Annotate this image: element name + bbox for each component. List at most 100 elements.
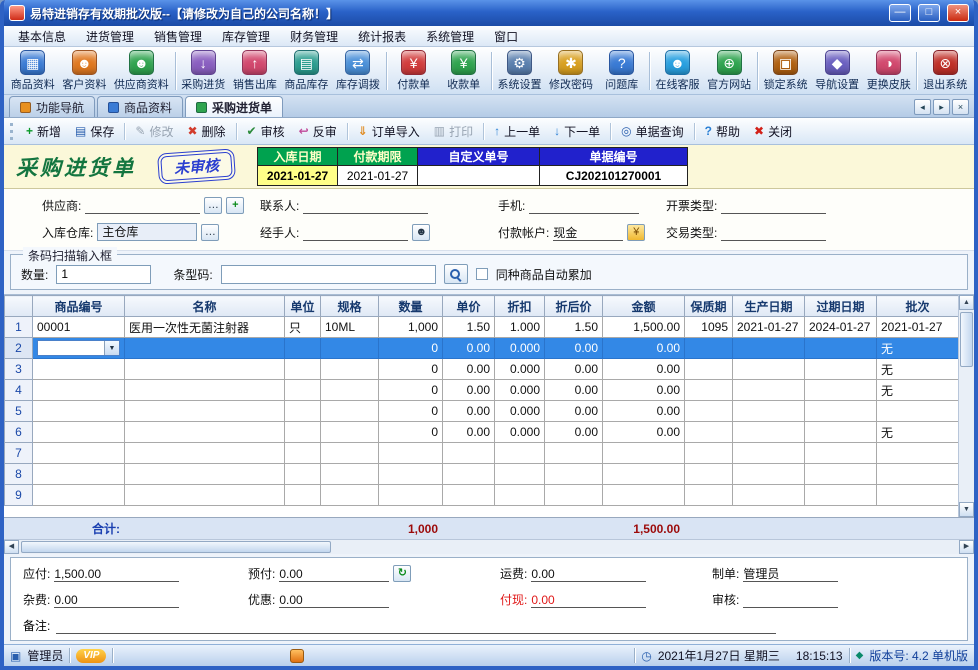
menu-item-purchase-mgmt[interactable]: 进货管理 xyxy=(76,26,144,47)
action-prev-bill[interactable]: ↑上一单 xyxy=(487,120,547,143)
column-header[interactable]: 折后价 xyxy=(545,296,603,317)
row-number[interactable]: 3 xyxy=(5,359,33,380)
cell[interactable]: 0.000 xyxy=(495,422,545,443)
table-row[interactable]: 9 xyxy=(5,485,959,506)
cell[interactable]: 0.00 xyxy=(545,359,603,380)
tab-purchase-bill[interactable]: 采购进货单 xyxy=(185,96,283,117)
cell[interactable] xyxy=(33,464,125,485)
cell[interactable]: 2021-01-27 xyxy=(877,317,959,338)
cell[interactable] xyxy=(545,443,603,464)
cell[interactable]: 0.00 xyxy=(443,422,495,443)
cell[interactable] xyxy=(125,338,285,359)
cell[interactable] xyxy=(285,401,321,422)
menu-item-basic-info[interactable]: 基本信息 xyxy=(8,26,76,47)
cell[interactable] xyxy=(33,443,125,464)
cell[interactable]: 0.00 xyxy=(545,380,603,401)
cell[interactable] xyxy=(495,464,545,485)
cell[interactable]: 2024-01-27 xyxy=(805,317,877,338)
cell[interactable]: 0 xyxy=(379,359,443,380)
remark-input[interactable] xyxy=(56,619,776,634)
cell[interactable]: 0 xyxy=(379,380,443,401)
tab-goods-info[interactable]: 商品资料 xyxy=(97,96,183,117)
cell[interactable] xyxy=(321,338,379,359)
mobile-input[interactable] xyxy=(529,198,639,214)
cell[interactable] xyxy=(443,485,495,506)
hscroll-thumb[interactable] xyxy=(21,541,331,553)
cell[interactable]: 0.00 xyxy=(545,422,603,443)
toolbar-button-receipt-bill[interactable]: ¥收款单 xyxy=(439,48,489,94)
cell[interactable] xyxy=(125,464,285,485)
menu-item-system-mgmt[interactable]: 系统管理 xyxy=(416,26,484,47)
action-unaudit[interactable]: ↩反审 xyxy=(292,120,344,143)
cell[interactable]: 0.00 xyxy=(603,380,685,401)
cell[interactable] xyxy=(321,443,379,464)
maximize-button[interactable]: □ xyxy=(918,4,940,22)
cell[interactable]: 无 xyxy=(877,422,959,443)
discount-value[interactable]: 0.00 xyxy=(279,593,389,608)
cell[interactable] xyxy=(125,359,285,380)
cell[interactable]: 0 xyxy=(379,401,443,422)
handler-input[interactable] xyxy=(303,225,408,241)
tab-scroll-right-icon[interactable]: ▸ xyxy=(933,99,950,115)
prepaid-refresh-icon[interactable]: ↻ xyxy=(393,565,411,582)
cell[interactable] xyxy=(733,422,805,443)
tab-scroll-left-icon[interactable]: ◂ xyxy=(914,99,931,115)
cell[interactable]: 0.00 xyxy=(443,380,495,401)
cell[interactable] xyxy=(603,485,685,506)
menu-item-report-stats[interactable]: 统计报表 xyxy=(348,26,416,47)
cell[interactable]: 0.00 xyxy=(545,401,603,422)
freight-value[interactable]: 0.00 xyxy=(531,567,646,582)
cell[interactable] xyxy=(285,380,321,401)
action-edit[interactable]: ✎修改 xyxy=(128,120,180,143)
column-header[interactable]: 单价 xyxy=(443,296,495,317)
cell[interactable] xyxy=(685,359,733,380)
cell[interactable]: 医用一次性无菌注射器 xyxy=(125,317,285,338)
doc-col-value[interactable]: 2021-01-27 xyxy=(258,166,338,186)
menu-item-inventory-mgmt[interactable]: 库存管理 xyxy=(212,26,280,47)
column-header[interactable]: 保质期 xyxy=(685,296,733,317)
cell[interactable] xyxy=(495,485,545,506)
cell[interactable] xyxy=(603,443,685,464)
cell[interactable] xyxy=(805,443,877,464)
cell[interactable] xyxy=(285,485,321,506)
cell[interactable] xyxy=(877,443,959,464)
cell[interactable] xyxy=(285,359,321,380)
cell[interactable] xyxy=(125,485,285,506)
cell[interactable]: 1.000 xyxy=(495,317,545,338)
vertical-scrollbar[interactable]: ▲ ▼ xyxy=(958,295,974,517)
action-delete[interactable]: ✖删除 xyxy=(180,120,232,143)
action-audit[interactable]: ✔审核 xyxy=(240,120,292,143)
doc-col-value[interactable] xyxy=(418,166,540,186)
cell[interactable] xyxy=(33,485,125,506)
column-header[interactable]: 名称 xyxy=(125,296,285,317)
table-row[interactable]: 8 xyxy=(5,464,959,485)
action-import-order[interactable]: ⇓订单导入 xyxy=(351,120,427,143)
cell[interactable] xyxy=(321,464,379,485)
cell[interactable]: 10ML xyxy=(321,317,379,338)
cell[interactable] xyxy=(733,443,805,464)
cell[interactable]: 00001 xyxy=(33,317,125,338)
column-header[interactable]: 商品编号 xyxy=(33,296,125,317)
cell[interactable]: 2021-01-27 xyxy=(733,317,805,338)
cell[interactable] xyxy=(733,401,805,422)
warehouse-browse-button[interactable]: … xyxy=(201,224,219,241)
scroll-down-icon[interactable]: ▼ xyxy=(959,502,974,517)
cell[interactable]: 0.00 xyxy=(603,359,685,380)
cell[interactable] xyxy=(685,422,733,443)
doc-col-value[interactable]: 2021-01-27 xyxy=(338,166,418,186)
cell[interactable]: 0 xyxy=(379,422,443,443)
toolbar-button-change-password[interactable]: ✱修改密码 xyxy=(545,48,597,94)
supplier-browse-button[interactable]: … xyxy=(204,197,222,214)
cell[interactable]: 1,000 xyxy=(379,317,443,338)
cell[interactable] xyxy=(125,443,285,464)
toolbar-button-official-site[interactable]: ⊕官方网站 xyxy=(703,48,755,94)
cell[interactable] xyxy=(805,359,877,380)
handler-person-icon[interactable]: ☻ xyxy=(412,224,430,241)
toolbar-button-exit-system[interactable]: ⊗退出系统 xyxy=(919,48,971,94)
toolbar-button-nav-settings[interactable]: ◆导航设置 xyxy=(811,48,863,94)
cell[interactable]: 0.00 xyxy=(545,338,603,359)
cell[interactable] xyxy=(33,401,125,422)
product-code-combo[interactable]: ▼ xyxy=(37,340,120,356)
action-next-bill[interactable]: ↓下一单 xyxy=(547,120,607,143)
cell[interactable]: 0.000 xyxy=(495,359,545,380)
